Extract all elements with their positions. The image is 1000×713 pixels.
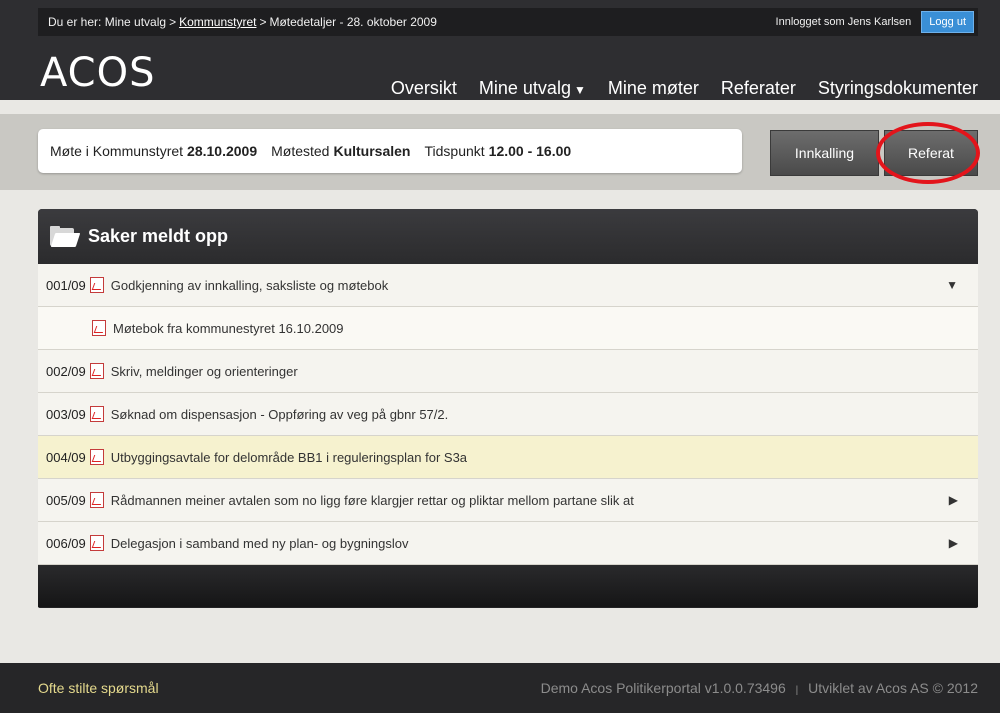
innkalling-button[interactable]: Innkalling xyxy=(770,130,879,176)
logout-button[interactable]: Logg ut xyxy=(921,11,974,33)
referat-button[interactable]: Referat xyxy=(884,130,978,176)
nav-styringsdokumenter[interactable]: Styringsdokumenter xyxy=(818,78,978,99)
faq-link[interactable]: Ofte stilte spørsmål xyxy=(38,680,159,696)
footer-credits: Demo Acos Politikerportal v1.0.0.73496 |… xyxy=(541,680,978,696)
agenda-number: 003/09 xyxy=(46,406,86,422)
agenda-row-005[interactable]: 005/09 Rådmannen meiner avtalen som no l… xyxy=(38,479,978,522)
nav-oversikt[interactable]: Oversikt xyxy=(391,78,457,99)
credit-text: Utviklet av Acos AS © 2012 xyxy=(808,680,978,696)
agenda-title[interactable]: Søknad om dispensasjon - Oppføring av ve… xyxy=(111,407,448,422)
agenda-number: 002/09 xyxy=(46,363,86,379)
expand-down-icon[interactable]: ▼ xyxy=(946,278,958,292)
agenda-title[interactable]: Skriv, meldinger og orienteringer xyxy=(111,364,298,379)
agenda-number: 006/09 xyxy=(46,535,86,551)
nav-mine-utvalg[interactable]: Mine utvalg ▼ xyxy=(479,78,586,99)
breadcrumb-prefix: Du er her: xyxy=(48,15,102,29)
acos-logo[interactable]: ACOS xyxy=(40,50,155,96)
top-utility-bar: Du er her: Mine utvalg > Kommunstyret > … xyxy=(38,8,978,36)
pdf-icon[interactable] xyxy=(89,406,104,422)
agenda-panel: Saker meldt opp 001/09 Godkjenning av in… xyxy=(38,209,978,608)
panel-title: Saker meldt opp xyxy=(88,226,229,246)
pdf-icon[interactable] xyxy=(89,492,104,508)
agenda-title[interactable]: Godkjenning av innkalling, saksliste og … xyxy=(111,278,388,293)
agenda-title[interactable]: Delegasjon i samband med ny plan- og byg… xyxy=(111,536,409,551)
time-label: Tidspunkt xyxy=(424,143,485,159)
meeting-info-bar: Møte i Kommunstyret 28.10.2009 Møtested … xyxy=(0,114,1000,190)
place-label: Møtested xyxy=(271,143,330,159)
agenda-number: 005/09 xyxy=(46,492,86,508)
agenda-list: 001/09 Godkjenning av innkalling, saksli… xyxy=(38,264,978,565)
breadcrumb-separator: > xyxy=(259,15,267,29)
agenda-row-006[interactable]: 006/09 Delegasjon i samband med ny plan-… xyxy=(38,522,978,565)
agenda-row-001[interactable]: 001/09 Godkjenning av innkalling, saksli… xyxy=(38,264,978,307)
nav-mine-utvalg-label: Mine utvalg xyxy=(478,78,571,98)
meeting-date: 28.10.2009 xyxy=(187,143,258,159)
pdf-icon[interactable] xyxy=(92,320,106,336)
breadcrumb-separator: > xyxy=(169,15,177,29)
nav-links: Oversikt Mine utvalg ▼ Mine møter Referat… xyxy=(369,78,978,99)
folder-icon xyxy=(50,225,81,248)
breadcrumb-link-kommunstyret[interactable]: Kommunstyret xyxy=(179,15,256,29)
nav-referater[interactable]: Referater xyxy=(721,78,796,99)
pdf-icon[interactable] xyxy=(89,277,104,293)
agenda-row-003[interactable]: 003/09 Søknad om dispensasjon - Oppførin… xyxy=(38,393,978,436)
top-header: Du er her: Mine utvalg > Kommunstyret > … xyxy=(0,0,1000,100)
pdf-icon[interactable] xyxy=(89,363,104,379)
footer-divider: | xyxy=(795,685,799,696)
breadcrumb-current: Møtedetaljer - 28. oktober 2009 xyxy=(269,15,437,29)
page-footer: Ofte stilte spørsmål Demo Acos Politiker… xyxy=(0,663,1000,713)
panel-header: Saker meldt opp xyxy=(38,209,978,264)
agenda-number: 004/09 xyxy=(46,449,86,465)
meeting-info-box: Møte i Kommunstyret 28.10.2009 Møtested … xyxy=(38,129,742,173)
meeting-label: Møte i Kommunstyret xyxy=(50,143,184,159)
document-title[interactable]: Møtebok fra kommunestyret 16.10.2009 xyxy=(113,321,344,336)
login-area: Innlogget som Jens Karlsen Logg ut xyxy=(776,11,974,33)
pdf-icon[interactable] xyxy=(89,535,104,551)
agenda-number: 001/09 xyxy=(46,277,86,293)
agenda-subrow-motebok[interactable]: Møtebok fra kommunestyret 16.10.2009 xyxy=(38,307,978,350)
expand-right-icon[interactable]: ▶ xyxy=(949,536,958,550)
meeting-time: 12.00 - 16.00 xyxy=(488,143,572,159)
breadcrumb: Du er her: Mine utvalg > Kommunstyret > … xyxy=(48,15,437,29)
agenda-row-004[interactable]: 004/09 Utbyggingsavtale for delområde BB… xyxy=(38,436,978,479)
panel-footer xyxy=(38,565,978,607)
logged-in-text: Innlogget som Jens Karlsen xyxy=(775,16,912,28)
meeting-place: Kultursalen xyxy=(333,143,411,159)
breadcrumb-item-mine-utvalg[interactable]: Mine utvalg xyxy=(105,15,166,29)
expand-right-icon[interactable]: ▶ xyxy=(949,493,958,507)
agenda-row-002[interactable]: 002/09 Skriv, meldinger og orienteringer xyxy=(38,350,978,393)
pdf-icon[interactable] xyxy=(89,449,104,465)
agenda-title[interactable]: Rådmannen meiner avtalen som no ligg før… xyxy=(111,493,634,508)
caret-down-icon: ▼ xyxy=(573,83,586,97)
version-text: Demo Acos Politikerportal v1.0.0.73496 xyxy=(540,680,786,696)
main-navigation: ACOS Oversikt Mine utvalg ▼ Mine møter Re… xyxy=(38,44,978,100)
agenda-title[interactable]: Utbyggingsavtale for delområde BB1 i reg… xyxy=(111,450,467,465)
nav-mine-moter[interactable]: Mine møter xyxy=(608,78,699,99)
